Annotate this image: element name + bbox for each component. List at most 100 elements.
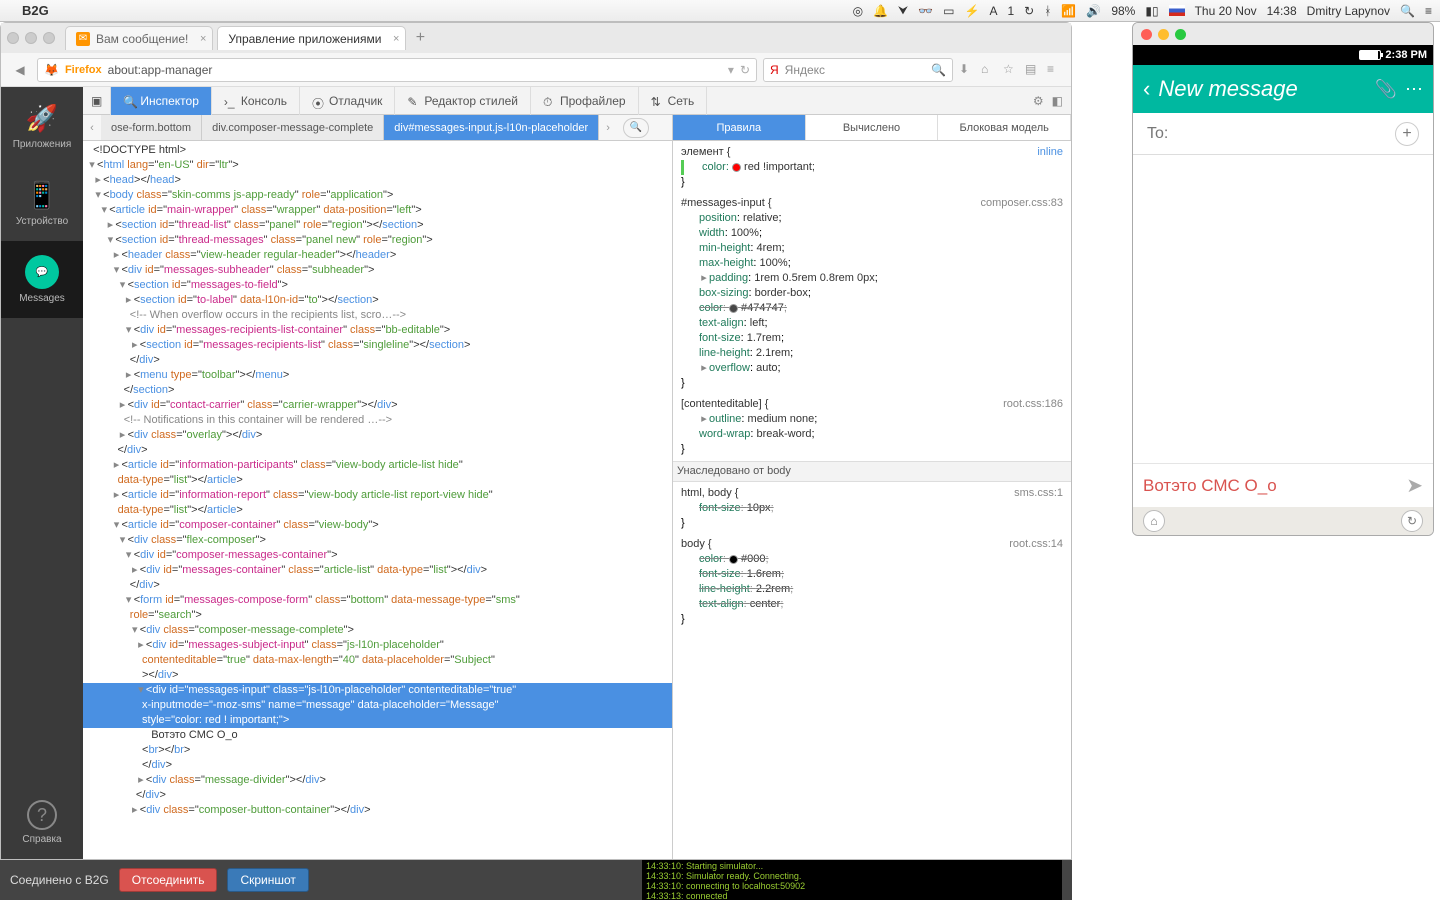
crumb-item[interactable]: div#messages-input.js-l10n-placeholder (384, 115, 599, 141)
css-prop[interactable]: line-height: 2.1rem; (681, 346, 1063, 361)
css-prop[interactable]: position: relative; (681, 211, 1063, 226)
color-swatch[interactable] (729, 555, 738, 564)
menubar-user[interactable]: Dmitry Lapynov (1307, 4, 1390, 18)
back-button[interactable]: ◀ (9, 59, 31, 81)
css-prop[interactable]: width: 100%; (681, 226, 1063, 241)
browser-tab-2[interactable]: Управление приложениями × (217, 26, 406, 50)
send-icon[interactable]: ➤ (1406, 473, 1423, 498)
new-tab-button[interactable]: + (410, 28, 430, 48)
screenshot-button[interactable]: Скриншот (227, 868, 308, 892)
url-bar[interactable]: 🦊 Firefox about:app-manager ▾ ↻ (37, 58, 757, 82)
add-contact-icon[interactable]: + (1395, 122, 1419, 146)
css-prop[interactable]: color: red !important; (681, 160, 1063, 175)
rules-body[interactable]: элемент {inline color: red !important; }… (673, 141, 1071, 859)
attach-icon[interactable]: 📎 (1375, 79, 1397, 100)
browser-tab-1[interactable]: ✉ Вам сообщение! × (65, 26, 213, 50)
css-prop[interactable]: min-height: 4rem; (681, 241, 1063, 256)
search-icon[interactable]: 🔍 (931, 63, 946, 77)
bluetooth-icon[interactable]: ᚼ (1044, 4, 1051, 18)
color-swatch[interactable] (732, 163, 741, 172)
menubar-date[interactable]: Thu 20 Nov (1195, 4, 1257, 18)
tab-box-model[interactable]: Блоковая модель (938, 115, 1071, 140)
tab-profiler[interactable]: ⏱Профайлер (531, 87, 639, 115)
dropdown-icon[interactable]: ▾ (728, 63, 734, 77)
window-controls[interactable] (7, 32, 55, 44)
notifications-icon[interactable]: 🔔 (873, 4, 888, 18)
close-icon[interactable] (1141, 29, 1152, 40)
crumb-prev[interactable]: ‹ (83, 122, 101, 134)
wifi-icon[interactable]: 📶 (1061, 4, 1076, 18)
downloads-icon[interactable]: ⬇ (959, 62, 975, 78)
recipients-field[interactable]: To: + (1133, 113, 1433, 155)
css-prop[interactable]: line-height: 2.2rem; (681, 582, 1063, 597)
settings-icon[interactable]: ⚙ (1033, 94, 1044, 108)
one-icon[interactable]: 1 (1007, 4, 1014, 18)
tab-debugger[interactable]: ⦿Отладчик (300, 87, 395, 115)
back-icon[interactable]: ‹ (1143, 76, 1150, 102)
crumb-item[interactable]: div.composer-message-complete (202, 115, 384, 141)
bolt-icon[interactable]: ⚡ (965, 4, 980, 18)
rule-file-link[interactable]: root.css:14 (1009, 537, 1063, 552)
css-prop[interactable]: ▸outline: medium none; (681, 412, 1063, 427)
search-bar[interactable]: Я Яндекс 🔍 (763, 58, 953, 82)
minimize-icon[interactable] (1158, 29, 1169, 40)
css-prop[interactable]: ▸padding: 1rem 0.5rem 0.8rem 0px; (681, 271, 1063, 286)
rule-file-link[interactable]: root.css:186 (1003, 397, 1063, 412)
tab-rules[interactable]: Правила (673, 115, 806, 140)
list-icon[interactable]: ▤ (1025, 62, 1041, 78)
sidebar-messages[interactable]: 💬 Messages (1, 241, 83, 318)
glasses-icon[interactable]: 👓 (918, 4, 933, 18)
battery-icon[interactable]: ▮▯ (1145, 4, 1158, 18)
rule-file-link[interactable]: sms.css:1 (1014, 486, 1063, 501)
dom-tree[interactable]: <!DOCTYPE html> ▾<html lang="en-US" dir=… (83, 141, 672, 859)
sidebar-device[interactable]: 📱 Устройство (1, 164, 83, 241)
tab-console[interactable]: ›_Консоль (212, 87, 300, 115)
crumb-next[interactable]: › (599, 122, 617, 134)
css-prop[interactable]: text-align: center; (681, 597, 1063, 612)
home-button[interactable]: ⌂ (1143, 510, 1165, 532)
pick-element-button[interactable]: ▣ (83, 87, 111, 115)
home-icon[interactable]: ⌂ (981, 62, 997, 78)
css-prop[interactable]: color: #000; (681, 552, 1063, 567)
css-prop[interactable]: word-wrap: break-word; (681, 427, 1063, 442)
rule-file-link[interactable]: composer.css:83 (980, 196, 1063, 211)
tab-computed[interactable]: Вычислено (806, 115, 939, 140)
css-prop[interactable]: font-size: 10px; (681, 501, 1063, 516)
color-swatch[interactable] (729, 304, 738, 313)
volume-icon[interactable]: 🔊 (1086, 4, 1101, 18)
bookmark-icon[interactable]: ☆ (1003, 62, 1019, 78)
css-prop[interactable]: ▸overflow: auto; (681, 361, 1063, 376)
tab-style-editor[interactable]: ✎Редактор стилей (395, 87, 531, 115)
close-icon[interactable]: × (393, 33, 399, 45)
tab-network[interactable]: ⇅Сеть (639, 87, 708, 115)
css-prop[interactable]: color: #474747; (681, 301, 1063, 316)
message-input[interactable]: Вотэто СМС О_о (1143, 476, 1406, 496)
dropbox-icon[interactable]: ⮟ (898, 3, 908, 18)
dock-icon[interactable]: ◧ (1052, 94, 1063, 108)
css-prop[interactable]: box-sizing: border-box; (681, 286, 1063, 301)
crumb-search[interactable]: 🔍 (623, 118, 649, 138)
reload-icon[interactable]: ↻ (740, 63, 750, 77)
sidebar-apps[interactable]: 🚀 Приложения (1, 87, 83, 164)
flag-icon[interactable] (1169, 5, 1185, 16)
display-icon[interactable]: ▭ (943, 4, 954, 18)
crumb-item[interactable]: ose-form.bottom (101, 115, 202, 141)
rotate-button[interactable]: ↻ (1401, 510, 1423, 532)
notification-center-icon[interactable]: ≡ (1425, 4, 1432, 18)
css-prop[interactable]: font-size: 1.6rem; (681, 567, 1063, 582)
disconnect-button[interactable]: Отсоединить (119, 868, 218, 892)
adobe-icon[interactable]: A (989, 4, 997, 18)
menubar-time[interactable]: 14:38 (1267, 4, 1297, 18)
sync-icon[interactable]: ↻ (1024, 4, 1034, 18)
css-prop[interactable]: max-height: 100%; (681, 256, 1063, 271)
app-name[interactable]: B2G (22, 3, 49, 18)
css-prop[interactable]: font-size: 1.7rem; (681, 331, 1063, 346)
menu-icon[interactable]: ≡ (1047, 62, 1063, 78)
zoom-icon[interactable] (1175, 29, 1186, 40)
tab-inspector[interactable]: 🔍Инспектор (111, 87, 212, 115)
more-icon[interactable]: ⋯ (1405, 79, 1423, 100)
css-prop[interactable]: text-align: left; (681, 316, 1063, 331)
close-icon[interactable]: × (200, 33, 206, 45)
spotlight-icon[interactable]: 🔍 (1400, 4, 1415, 18)
menuextra-icon[interactable]: ◎ (853, 4, 863, 18)
